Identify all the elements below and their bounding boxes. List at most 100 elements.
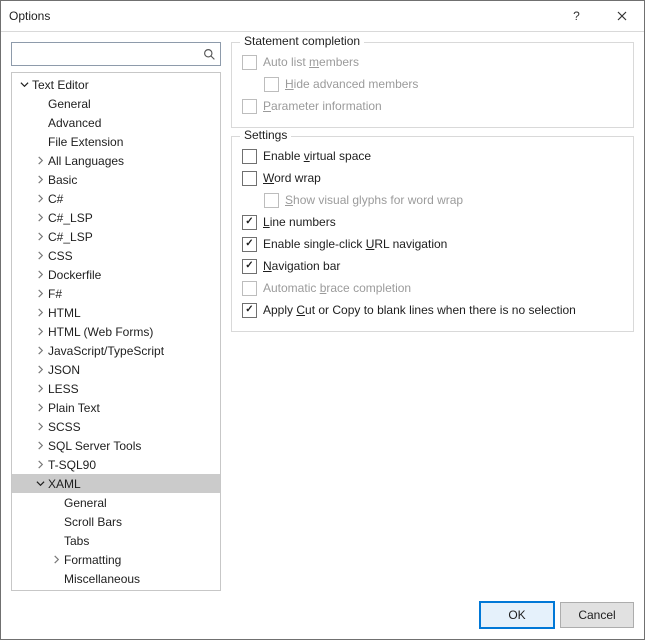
tree-item[interactable]: HTML [12, 303, 220, 322]
tree-item-label: JSON [48, 363, 80, 377]
tree-item[interactable]: XAML [12, 474, 220, 493]
tree-item[interactable]: T-SQL90 [12, 455, 220, 474]
option-cutcopy[interactable]: Apply Cut or Copy to blank lines when th… [242, 299, 623, 321]
right-panel: Statement completion Auto list membersHi… [231, 42, 634, 591]
chevron-right-icon[interactable] [34, 440, 46, 452]
search-input[interactable] [16, 44, 203, 64]
tree-item-label: CSS [48, 249, 73, 263]
category-tree: Text Editor General Advanced File Extension… [11, 72, 221, 591]
close-button[interactable] [599, 1, 644, 31]
tree-item[interactable]: File Extension [12, 132, 220, 151]
chevron-right-icon[interactable] [34, 212, 46, 224]
tree-item-label: SCSS [48, 420, 81, 434]
chevron-right-icon[interactable] [34, 364, 46, 376]
tree-spacer [50, 573, 62, 585]
tree-item-label: Formatting [64, 553, 121, 567]
chevron-right-icon[interactable] [50, 554, 62, 566]
tree-item-label: Advanced [48, 116, 101, 130]
tree-item[interactable]: General [12, 493, 220, 512]
chevron-right-icon[interactable] [34, 402, 46, 414]
tree-item[interactable]: C# [12, 189, 220, 208]
titlebar: Options ? [1, 1, 644, 32]
tree-item[interactable]: Tabs [12, 531, 220, 550]
tree-item[interactable]: General [12, 94, 220, 113]
option-label: Show visual glyphs for word wrap [285, 193, 463, 207]
option-label: Parameter information [263, 99, 382, 113]
chevron-right-icon[interactable] [34, 174, 46, 186]
tree-item-label: Basic [48, 173, 77, 187]
option-label: Automatic brace completion [263, 281, 411, 295]
ok-button[interactable]: OK [480, 602, 554, 628]
tree-item[interactable]: Basic [12, 170, 220, 189]
tree-item[interactable]: Advanced [12, 113, 220, 132]
tree-item-label: HTML (Web Forms) [48, 325, 153, 339]
tree-item[interactable]: C#_LSP [12, 227, 220, 246]
chevron-right-icon[interactable] [34, 193, 46, 205]
option-glyphs: Show visual glyphs for word wrap [242, 189, 623, 211]
chevron-right-icon[interactable] [34, 231, 46, 243]
option-navbar[interactable]: Navigation bar [242, 255, 623, 277]
chevron-right-icon[interactable] [34, 288, 46, 300]
tree-item-label: HTML [48, 306, 81, 320]
chevron-right-icon[interactable] [34, 345, 46, 357]
tree-item[interactable]: JSON [12, 360, 220, 379]
checkbox[interactable] [242, 303, 257, 318]
option-url[interactable]: Enable single-click URL navigation [242, 233, 623, 255]
checkbox[interactable] [242, 149, 257, 164]
tree-item[interactable]: LESS [12, 379, 220, 398]
checkbox [264, 77, 279, 92]
tree-item[interactable]: All Languages [12, 151, 220, 170]
option-wrap[interactable]: Word wrap [242, 167, 623, 189]
chevron-right-icon[interactable] [34, 459, 46, 471]
checkbox[interactable] [242, 215, 257, 230]
cancel-button[interactable]: Cancel [560, 602, 634, 628]
tree-item[interactable]: Formatting [12, 550, 220, 569]
checkbox[interactable] [242, 259, 257, 274]
tree-item[interactable]: Dockerfile [12, 265, 220, 284]
left-panel: Text Editor General Advanced File Extension… [11, 42, 221, 591]
checkbox[interactable] [242, 237, 257, 252]
option-lines[interactable]: Line numbers [242, 211, 623, 233]
tree-item[interactable]: JavaScript/TypeScript [12, 341, 220, 360]
chevron-down-icon[interactable] [18, 79, 30, 91]
option-auto_list: Auto list members [242, 51, 623, 73]
tree-item[interactable]: HTML (Web Forms) [12, 322, 220, 341]
option-label: Apply Cut or Copy to blank lines when th… [263, 303, 576, 317]
chevron-right-icon[interactable] [34, 307, 46, 319]
tree-item[interactable]: XML [12, 588, 220, 590]
tree-item[interactable]: CSS [12, 246, 220, 265]
checkbox [242, 55, 257, 70]
chevron-right-icon[interactable] [34, 383, 46, 395]
tree-item[interactable]: Text Editor [12, 75, 220, 94]
option-param_info: Parameter information [242, 95, 623, 117]
options-dialog: Options ? Text Editor General Advanced File… [0, 0, 645, 640]
tree-item[interactable]: Miscellaneous [12, 569, 220, 588]
group-statement-completion: Statement completion Auto list membersHi… [231, 42, 634, 128]
option-label: Auto list members [263, 55, 359, 69]
search-box[interactable] [11, 42, 221, 66]
chevron-right-icon[interactable] [34, 155, 46, 167]
chevron-down-icon[interactable] [34, 478, 46, 490]
tree-item-label: F# [48, 287, 62, 301]
tree-scroll[interactable]: Text Editor General Advanced File Extension… [12, 73, 220, 590]
tree-spacer [34, 136, 46, 148]
tree-item[interactable]: C#_LSP [12, 208, 220, 227]
tree-item-label: General [48, 97, 91, 111]
option-label: Hide advanced members [285, 77, 418, 91]
tree-item[interactable]: SQL Server Tools [12, 436, 220, 455]
tree-item-label: Text Editor [32, 78, 89, 92]
tree-item[interactable]: Scroll Bars [12, 512, 220, 531]
checkbox[interactable] [242, 171, 257, 186]
tree-item[interactable]: Plain Text [12, 398, 220, 417]
chevron-right-icon[interactable] [34, 250, 46, 262]
help-button[interactable]: ? [554, 1, 599, 31]
option-virtual[interactable]: Enable virtual space [242, 145, 623, 167]
option-label: Word wrap [263, 171, 321, 185]
chevron-right-icon[interactable] [34, 269, 46, 281]
tree-item-label: Tabs [64, 534, 89, 548]
chevron-right-icon[interactable] [34, 421, 46, 433]
group-settings: Settings Enable virtual spaceWord wrapSh… [231, 136, 634, 332]
tree-item[interactable]: F# [12, 284, 220, 303]
tree-item[interactable]: SCSS [12, 417, 220, 436]
chevron-right-icon[interactable] [34, 326, 46, 338]
